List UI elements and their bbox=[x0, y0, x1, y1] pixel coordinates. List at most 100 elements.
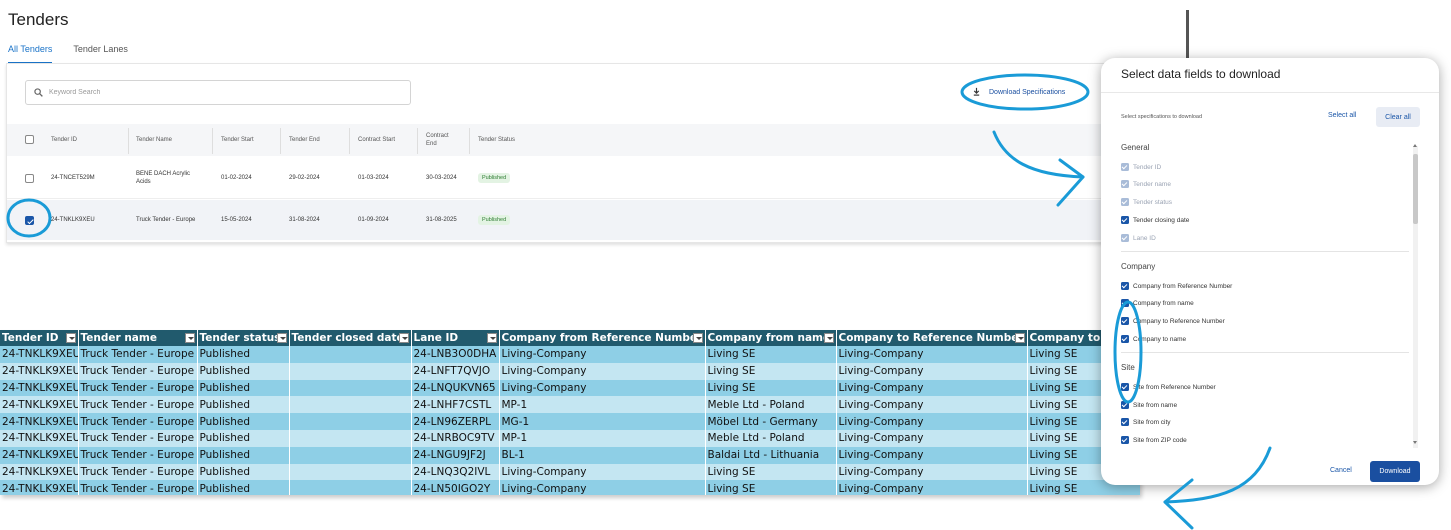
excel-row[interactable]: 24-TNKLK9XEU Truck Tender - Europe Publish… bbox=[0, 346, 1140, 363]
excel-cell[interactable] bbox=[289, 379, 412, 397]
excel-cell[interactable] bbox=[289, 396, 412, 414]
cancel-button[interactable]: Cancel bbox=[1330, 467, 1352, 474]
excel-cell[interactable]: Meble Ltd - Poland bbox=[705, 429, 837, 447]
excel-cell[interactable]: 24-LN50IGO2Y bbox=[411, 480, 500, 495]
excel-cell[interactable] bbox=[289, 446, 412, 464]
col-header-tender-status[interactable]: Tender Status bbox=[478, 136, 515, 144]
field-tender-id[interactable]: Tender ID bbox=[1121, 163, 1161, 171]
tender-id-cell[interactable]: 24-TNCET529M bbox=[51, 174, 95, 182]
filter-dropdown-icon[interactable] bbox=[65, 333, 76, 343]
row-checkbox[interactable] bbox=[25, 174, 34, 183]
excel-cell[interactable]: 24-TNKLK9XEU bbox=[0, 429, 79, 447]
excel-cell[interactable]: Living-Company bbox=[836, 362, 1028, 380]
field-company-to-ref[interactable]: Company to Reference Number bbox=[1121, 317, 1225, 325]
excel-cell[interactable]: Truck Tender - Europe bbox=[78, 346, 198, 363]
excel-cell[interactable]: Living-Company bbox=[836, 413, 1028, 430]
excel-cell[interactable]: Living-Company bbox=[836, 446, 1028, 464]
excel-col-header[interactable]: Tender ID bbox=[0, 330, 79, 346]
field-site-from-ref[interactable]: Site from Reference Number bbox=[1121, 383, 1216, 391]
filter-dropdown-icon[interactable] bbox=[486, 333, 497, 343]
excel-cell[interactable]: 24-TNKLK9XEU bbox=[0, 379, 79, 397]
checkbox-checked[interactable] bbox=[1121, 216, 1129, 224]
modal-scrollbar-thumb[interactable] bbox=[1413, 154, 1418, 224]
excel-cell[interactable]: Living-Company bbox=[836, 379, 1028, 397]
field-site-from-city[interactable]: Site from city bbox=[1121, 418, 1171, 426]
field-company-to-name[interactable]: Company to name bbox=[1121, 335, 1186, 343]
excel-cell[interactable]: MP-1 bbox=[499, 396, 706, 414]
excel-row[interactable]: 24-TNKLK9XEU Truck Tender - Europe Publish… bbox=[0, 463, 1140, 481]
excel-cell[interactable]: Published bbox=[197, 446, 290, 464]
excel-cell[interactable]: Truck Tender - Europe bbox=[78, 396, 198, 414]
excel-cell[interactable]: 24-LN96ZERPL bbox=[411, 413, 500, 430]
filter-dropdown-icon[interactable] bbox=[276, 333, 287, 343]
field-tender-status[interactable]: Tender status bbox=[1121, 198, 1172, 206]
excel-cell[interactable] bbox=[289, 413, 412, 430]
excel-cell[interactable]: 24-TNKLK9XEU bbox=[0, 413, 79, 430]
excel-cell[interactable]: Living SE bbox=[705, 362, 837, 380]
excel-col-header[interactable]: Company from Reference Number bbox=[499, 330, 706, 346]
excel-cell[interactable]: Möbel Ltd - Germany bbox=[705, 413, 837, 430]
download-specifications-button[interactable]: Download Specifications bbox=[972, 84, 1065, 100]
checkbox-checked[interactable] bbox=[1121, 282, 1129, 290]
excel-row[interactable]: 24-TNKLK9XEU Truck Tender - Europe Publish… bbox=[0, 413, 1140, 430]
search-input[interactable] bbox=[49, 89, 389, 96]
excel-cell[interactable]: Living-Company bbox=[499, 379, 706, 397]
excel-cell[interactable]: Living SE bbox=[705, 379, 837, 397]
excel-cell[interactable]: Living SE bbox=[705, 346, 837, 363]
row-checkbox-checked[interactable] bbox=[25, 216, 34, 225]
checkbox-checked[interactable] bbox=[1121, 335, 1129, 343]
field-site-from-name[interactable]: Site from name bbox=[1121, 401, 1177, 409]
excel-cell[interactable]: Baldai Ltd - Lithuania bbox=[705, 446, 837, 464]
checkbox-checked[interactable] bbox=[1121, 436, 1129, 444]
excel-cell[interactable]: 24-TNKLK9XEU bbox=[0, 346, 79, 363]
excel-cell[interactable]: Truck Tender - Europe bbox=[78, 463, 198, 481]
excel-cell[interactable]: 24-LNQUKVN65 bbox=[411, 379, 500, 397]
excel-cell[interactable]: 24-TNKLK9XEU bbox=[0, 396, 79, 414]
excel-cell[interactable]: Living-Company bbox=[836, 396, 1028, 414]
excel-cell[interactable]: Published bbox=[197, 396, 290, 414]
excel-col-header[interactable]: Company from name bbox=[705, 330, 837, 346]
excel-cell[interactable]: Living-Company bbox=[499, 346, 706, 363]
excel-cell[interactable]: 24-TNKLK9XEU bbox=[0, 480, 79, 495]
excel-cell[interactable]: Published bbox=[197, 480, 290, 495]
excel-cell[interactable]: 24-TNKLK9XEU bbox=[0, 446, 79, 464]
filter-dropdown-icon[interactable] bbox=[823, 333, 834, 343]
excel-cell[interactable]: 24-LNB3O0DHA bbox=[411, 346, 500, 363]
excel-cell[interactable]: Living-Company bbox=[499, 362, 706, 380]
excel-row[interactable]: 24-TNKLK9XEU Truck Tender - Europe Publish… bbox=[0, 480, 1140, 495]
excel-cell[interactable]: Published bbox=[197, 362, 290, 380]
col-header-tender-name[interactable]: Tender Name bbox=[136, 136, 172, 144]
checkbox-checked-disabled[interactable] bbox=[1121, 180, 1129, 188]
excel-cell[interactable]: Truck Tender - Europe bbox=[78, 379, 198, 397]
filter-dropdown-icon[interactable] bbox=[398, 333, 409, 343]
col-header-contract-end[interactable]: Contract End bbox=[426, 132, 456, 148]
excel-cell[interactable]: Truck Tender - Europe bbox=[78, 480, 198, 495]
select-all-button[interactable]: Select all bbox=[1328, 112, 1356, 119]
excel-cell[interactable]: Truck Tender - Europe bbox=[78, 429, 198, 447]
field-lane-id[interactable]: Lane ID bbox=[1121, 234, 1156, 242]
excel-cell[interactable]: MG-1 bbox=[499, 413, 706, 430]
excel-cell[interactable] bbox=[289, 346, 412, 363]
excel-cell[interactable]: Living-Company bbox=[836, 429, 1028, 447]
excel-row[interactable]: 24-TNKLK9XEU Truck Tender - Europe Publish… bbox=[0, 446, 1140, 464]
excel-cell[interactable]: Published bbox=[197, 413, 290, 430]
excel-cell[interactable]: Living-Company bbox=[836, 480, 1028, 495]
excel-cell[interactable]: Living SE bbox=[705, 463, 837, 481]
checkbox-checked[interactable] bbox=[1121, 401, 1129, 409]
scroll-down-arrow-icon[interactable] bbox=[1413, 441, 1417, 444]
field-company-from-ref[interactable]: Company from Reference Number bbox=[1121, 282, 1232, 290]
tender-id-cell[interactable]: 24-TNKLK9XEU bbox=[51, 216, 95, 224]
excel-cell[interactable]: 24-LNHF7CSTL bbox=[411, 396, 500, 414]
checkbox-checked[interactable] bbox=[1121, 299, 1129, 307]
excel-cell[interactable]: 24-TNKLK9XEU bbox=[0, 463, 79, 481]
excel-cell[interactable]: Truck Tender - Europe bbox=[78, 446, 198, 464]
clear-all-button[interactable]: Clear all bbox=[1376, 107, 1420, 127]
excel-cell[interactable]: Published bbox=[197, 379, 290, 397]
excel-col-header[interactable]: Lane ID bbox=[411, 330, 500, 346]
excel-col-header[interactable]: Company to Reference Number bbox=[836, 330, 1028, 346]
excel-col-header[interactable]: Tender closed date bbox=[289, 330, 412, 346]
excel-cell[interactable]: Living SE bbox=[705, 480, 837, 495]
field-tender-name[interactable]: Tender name bbox=[1121, 180, 1171, 188]
excel-col-header[interactable]: Tender name bbox=[78, 330, 198, 346]
col-header-tender-end[interactable]: Tender End bbox=[289, 136, 320, 144]
